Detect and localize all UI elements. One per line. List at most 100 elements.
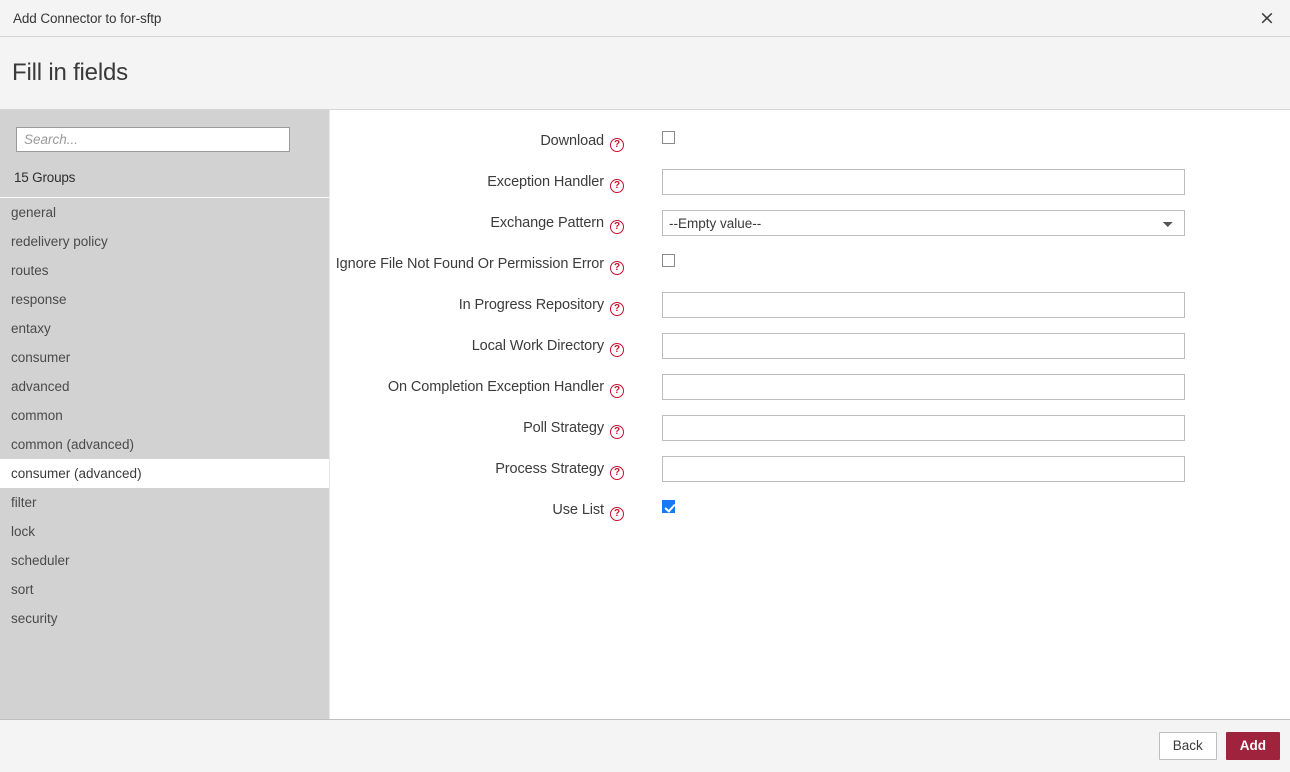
fields-form: Download?Exception Handler?Exchange Patt… xyxy=(330,110,1290,719)
form-row-exchange-pattern: Exchange Pattern? --Empty value-- xyxy=(330,206,1290,247)
close-icon[interactable]: × xyxy=(1254,5,1280,31)
search-input[interactable] xyxy=(16,127,290,152)
sidebar-item-filter[interactable]: filter xyxy=(0,488,329,517)
form-row-poll-strategy: Poll Strategy? xyxy=(330,411,1290,452)
field-label-text: Poll Strategy xyxy=(523,420,604,436)
sidebar-header: 15 Groups xyxy=(0,110,329,198)
field-label-text: Local Work Directory xyxy=(472,338,604,354)
sidebar-item-entaxy[interactable]: entaxy xyxy=(0,314,329,343)
dialog-titlebar: Add Connector to for-sftp × xyxy=(0,0,1290,37)
input-local-work-directory[interactable] xyxy=(662,333,1185,359)
sidebar-item-label: common xyxy=(11,408,63,423)
field-label-on-completion-exception-handler: On Completion Exception Handler? xyxy=(330,370,632,398)
field-control-use-list xyxy=(632,493,1290,515)
help-icon[interactable]: ? xyxy=(610,466,624,480)
help-icon[interactable]: ? xyxy=(610,302,624,316)
field-label-download: Download? xyxy=(330,124,632,152)
help-icon[interactable]: ? xyxy=(610,179,624,193)
checkbox-download[interactable] xyxy=(662,131,675,144)
field-label-poll-strategy: Poll Strategy? xyxy=(330,411,632,439)
field-control-process-strategy xyxy=(632,452,1290,482)
field-label-exchange-pattern: Exchange Pattern? xyxy=(330,206,632,234)
sidebar-item-label: sort xyxy=(11,582,34,597)
input-in-progress-repository[interactable] xyxy=(662,292,1185,318)
form-row-exception-handler: Exception Handler? xyxy=(330,165,1290,206)
form-row-local-work-directory: Local Work Directory? xyxy=(330,329,1290,370)
step-header: Fill in fields xyxy=(0,37,1290,110)
sidebar-item-consumer[interactable]: consumer xyxy=(0,343,329,372)
sidebar-item-label: consumer xyxy=(11,350,70,365)
field-label-text: Exchange Pattern xyxy=(490,215,604,231)
input-on-completion-exception-handler[interactable] xyxy=(662,374,1185,400)
input-poll-strategy[interactable] xyxy=(662,415,1185,441)
sidebar-item-label: entaxy xyxy=(11,321,51,336)
sidebar-item-sort[interactable]: sort xyxy=(0,575,329,604)
sidebar-item-advanced[interactable]: advanced xyxy=(0,372,329,401)
input-process-strategy[interactable] xyxy=(662,456,1185,482)
field-control-ignore-file-not-found-or-permission-error xyxy=(632,247,1290,269)
field-control-on-completion-exception-handler xyxy=(632,370,1290,400)
sidebar-item-common[interactable]: common xyxy=(0,401,329,430)
help-icon[interactable]: ? xyxy=(610,384,624,398)
sidebar-item-scheduler[interactable]: scheduler xyxy=(0,546,329,575)
sidebar-item-lock[interactable]: lock xyxy=(0,517,329,546)
dialog-body: 15 Groups general redelivery policy routes… xyxy=(0,110,1290,720)
help-icon[interactable]: ? xyxy=(610,507,624,521)
sidebar-item-label: routes xyxy=(11,263,49,278)
field-control-exchange-pattern: --Empty value-- xyxy=(632,206,1290,236)
back-button[interactable]: Back xyxy=(1159,732,1217,761)
help-icon[interactable]: ? xyxy=(610,138,624,152)
group-list: general redelivery policy routes response en… xyxy=(0,198,329,719)
sidebar-item-label: security xyxy=(11,611,58,626)
sidebar-item-routes[interactable]: routes xyxy=(0,256,329,285)
form-row-on-completion-exception-handler: On Completion Exception Handler? xyxy=(330,370,1290,411)
sidebar-item-label: lock xyxy=(11,524,35,539)
help-icon[interactable]: ? xyxy=(610,220,624,234)
form-row-process-strategy: Process Strategy? xyxy=(330,452,1290,493)
sidebar-item-redelivery-policy[interactable]: redelivery policy xyxy=(0,227,329,256)
field-label-ignore-file-not-found-or-permission-error: Ignore File Not Found Or Permission Erro… xyxy=(330,247,632,275)
groups-count-label: 15 Groups xyxy=(14,170,329,185)
field-label-use-list: Use List? xyxy=(330,493,632,521)
sidebar-item-label: response xyxy=(11,292,67,307)
sidebar-item-general[interactable]: general xyxy=(0,198,329,227)
field-label-process-strategy: Process Strategy? xyxy=(330,452,632,480)
select-exchange-pattern[interactable]: --Empty value-- xyxy=(662,210,1185,236)
help-icon[interactable]: ? xyxy=(610,343,624,357)
sidebar-item-common-advanced[interactable]: common (advanced) xyxy=(0,430,329,459)
sidebar-item-label: consumer (advanced) xyxy=(11,466,142,481)
add-connector-dialog: Add Connector to for-sftp × Fill in fiel… xyxy=(0,0,1290,772)
page-title: Fill in fields xyxy=(12,59,128,87)
sidebar-item-response[interactable]: response xyxy=(0,285,329,314)
field-control-local-work-directory xyxy=(632,329,1290,359)
form-row-in-progress-repository: In Progress Repository? xyxy=(330,288,1290,329)
field-control-in-progress-repository xyxy=(632,288,1290,318)
field-label-text: Use List xyxy=(552,502,604,518)
dialog-title: Add Connector to for-sftp xyxy=(13,11,161,26)
field-label-text: In Progress Repository xyxy=(459,297,604,313)
field-label-text: Process Strategy xyxy=(495,461,604,477)
checkbox-use-list[interactable] xyxy=(662,500,675,513)
sidebar-item-label: redelivery policy xyxy=(11,234,108,249)
field-label-text: Ignore File Not Found Or Permission Erro… xyxy=(336,256,604,272)
form-row-use-list: Use List? xyxy=(330,493,1290,534)
form-row-download: Download? xyxy=(330,124,1290,165)
field-control-poll-strategy xyxy=(632,411,1290,441)
field-control-download xyxy=(632,124,1290,146)
field-label-exception-handler: Exception Handler? xyxy=(330,165,632,193)
help-icon[interactable]: ? xyxy=(610,425,624,439)
sidebar-item-label: general xyxy=(11,205,56,220)
sidebar-item-consumer-advanced[interactable]: consumer (advanced) xyxy=(0,459,329,488)
field-control-exception-handler xyxy=(632,165,1290,195)
add-button[interactable]: Add xyxy=(1226,732,1280,761)
field-label-text: Exception Handler xyxy=(487,174,604,190)
checkbox-ignore-file-not-found-or-permission-error[interactable] xyxy=(662,254,675,267)
sidebar-item-label: common (advanced) xyxy=(11,437,134,452)
form-row-ignore-file-not-found-or-permission-error: Ignore File Not Found Or Permission Erro… xyxy=(330,247,1290,288)
input-exception-handler[interactable] xyxy=(662,169,1185,195)
sidebar-item-label: advanced xyxy=(11,379,70,394)
field-label-local-work-directory: Local Work Directory? xyxy=(330,329,632,357)
help-icon[interactable]: ? xyxy=(610,261,624,275)
groups-sidebar: 15 Groups general redelivery policy routes… xyxy=(0,110,330,719)
sidebar-item-security[interactable]: security xyxy=(0,604,329,633)
